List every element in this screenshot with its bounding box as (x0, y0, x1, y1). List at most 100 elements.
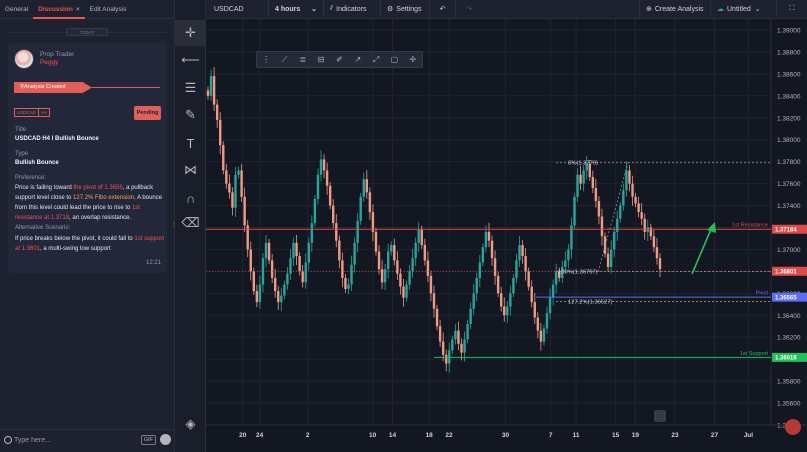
candle-body (567, 249, 570, 261)
fib-icon[interactable]: ≣ (294, 52, 312, 67)
ray-icon[interactable]: ⤢ (367, 52, 385, 67)
candle-body (536, 317, 540, 331)
fullscreen-icon[interactable]: ⛶ (777, 0, 807, 19)
drag-handle-icon[interactable]: ⋮ (257, 52, 275, 67)
candle-body (295, 242, 298, 257)
candle-body (445, 354, 448, 364)
candle-body (283, 284, 286, 296)
chart-canvas[interactable]: 1.39000 1.38800 1.38600 1.38400 1.38200 1.380… (206, 19, 807, 452)
candle-body (481, 247, 485, 263)
magnet-tool-icon[interactable]: ∩ (175, 185, 206, 211)
candle-body (319, 159, 323, 175)
indicators-label: Indicators (336, 5, 367, 13)
candle-body (451, 339, 454, 351)
crosshair-icon[interactable]: ✢ (404, 52, 422, 67)
chart-header: USDCAD 4 hours ⌄ ⫽ Indicators ⚙ Settings ↶ … (206, 0, 807, 19)
arrow-icon[interactable]: ↗ (349, 52, 367, 67)
message-timestamp: 12:21 (145, 260, 161, 266)
emoji-icon[interactable] (4, 436, 12, 444)
chart-background (206, 19, 807, 452)
create-analysis-button[interactable]: ⊕ Create Analysis (640, 0, 711, 19)
candle-body (606, 253, 610, 267)
title-label: Title (15, 127, 27, 133)
symbol-tag: USDCAD (14, 108, 40, 117)
create-analysis-label: Create Analysis (654, 5, 704, 13)
x-tick-label: 30 (502, 432, 510, 439)
timeframe-tag: H4 (38, 108, 50, 117)
candle-body (524, 256, 527, 272)
channel-icon[interactable]: ⊟ (312, 52, 330, 67)
status-badge[interactable]: Pending (134, 106, 161, 120)
y-tick-label: 1.35800 (777, 379, 801, 386)
fib-retracement-tool-icon[interactable]: ☰ (175, 75, 206, 101)
tab-discussion-label: Discussion (38, 5, 73, 13)
candle-body (341, 260, 344, 278)
candle-body (332, 205, 335, 224)
tab-discussion[interactable]: Discussion × (33, 0, 85, 19)
brand-logo (785, 419, 801, 435)
candle-body (252, 271, 256, 292)
interval-select[interactable]: 4 hours ⌄ (269, 0, 324, 19)
horizontal-line-tool-icon[interactable]: ⟵ (175, 47, 206, 73)
candle-body (493, 258, 497, 276)
settings-button[interactable]: ⚙ Settings (381, 0, 430, 19)
today-separator: TODAY (66, 28, 108, 36)
layers-icon[interactable]: ◈ (175, 411, 206, 437)
message-input[interactable] (14, 434, 134, 446)
x-tick-label: 23 (671, 432, 679, 439)
tab-edit-analysis[interactable]: Edit Analysis (85, 0, 132, 19)
candle-body (362, 179, 365, 197)
close-icon[interactable]: × (76, 6, 80, 13)
lightbulb-icon[interactable] (654, 410, 666, 422)
candle-body (316, 174, 320, 199)
candle-body (490, 240, 494, 259)
author-name[interactable]: Peggy (40, 59, 58, 66)
pattern-tool-icon[interactable]: ⋈ (175, 157, 206, 183)
candle-body (377, 251, 381, 270)
candle-body (454, 330, 457, 340)
candle-body (533, 302, 536, 318)
candle-body (527, 271, 530, 287)
candle-body (564, 260, 567, 267)
x-tick-label: 2 (306, 432, 310, 439)
trash-tool-icon[interactable]: ⌫ (175, 210, 206, 236)
candle-body (228, 183, 231, 193)
preference-segment: Price is failing toward (15, 185, 74, 191)
candle-body (344, 277, 347, 289)
indicators-button[interactable]: ⫽ Indicators (324, 0, 381, 19)
candle-body (405, 284, 408, 298)
candle-body (472, 293, 475, 309)
brush-tool-icon[interactable]: ✎ (175, 102, 206, 128)
candle-body (249, 249, 252, 272)
layout-select[interactable]: ☁ Untitled ⌄ (711, 0, 777, 19)
text-tool-icon[interactable]: T (175, 130, 206, 156)
redo-icon[interactable]: ↷ (456, 0, 482, 19)
symbol-search[interactable]: USDCAD (206, 0, 269, 19)
candle-body (356, 220, 359, 243)
tab-general[interactable]: General (0, 0, 33, 19)
candle-body (616, 218, 619, 232)
candle-body (304, 262, 307, 283)
candle-body (539, 330, 543, 342)
candle-body (503, 306, 506, 316)
candle-body (267, 242, 271, 261)
emoji-picker-icon[interactable] (160, 434, 171, 445)
gif-button[interactable]: GIF (141, 435, 156, 445)
candle-body (542, 328, 546, 342)
candle-body (240, 170, 243, 197)
brush-icon[interactable]: ✐ (330, 52, 348, 67)
candle-body (313, 198, 317, 224)
candle-body (350, 264, 353, 285)
x-tick-label: 27 (711, 432, 719, 439)
candle-body (628, 170, 631, 184)
trend-line-icon[interactable]: ⟋ (275, 52, 293, 67)
candle-body (521, 245, 524, 257)
price-chart[interactable]: 1.39000 1.38800 1.38600 1.38400 1.38200 1.380… (206, 19, 807, 452)
crosshair-tool-icon[interactable]: ✛ (175, 20, 206, 46)
undo-icon[interactable]: ↶ (430, 0, 456, 19)
rectangle-icon[interactable]: ▢ (385, 52, 403, 67)
analysis-created-banner: ⚲Analysis Created (14, 82, 92, 93)
y-tick-label: 1.37400 (777, 203, 801, 210)
candle-body (411, 258, 414, 272)
candle-body (298, 256, 301, 272)
